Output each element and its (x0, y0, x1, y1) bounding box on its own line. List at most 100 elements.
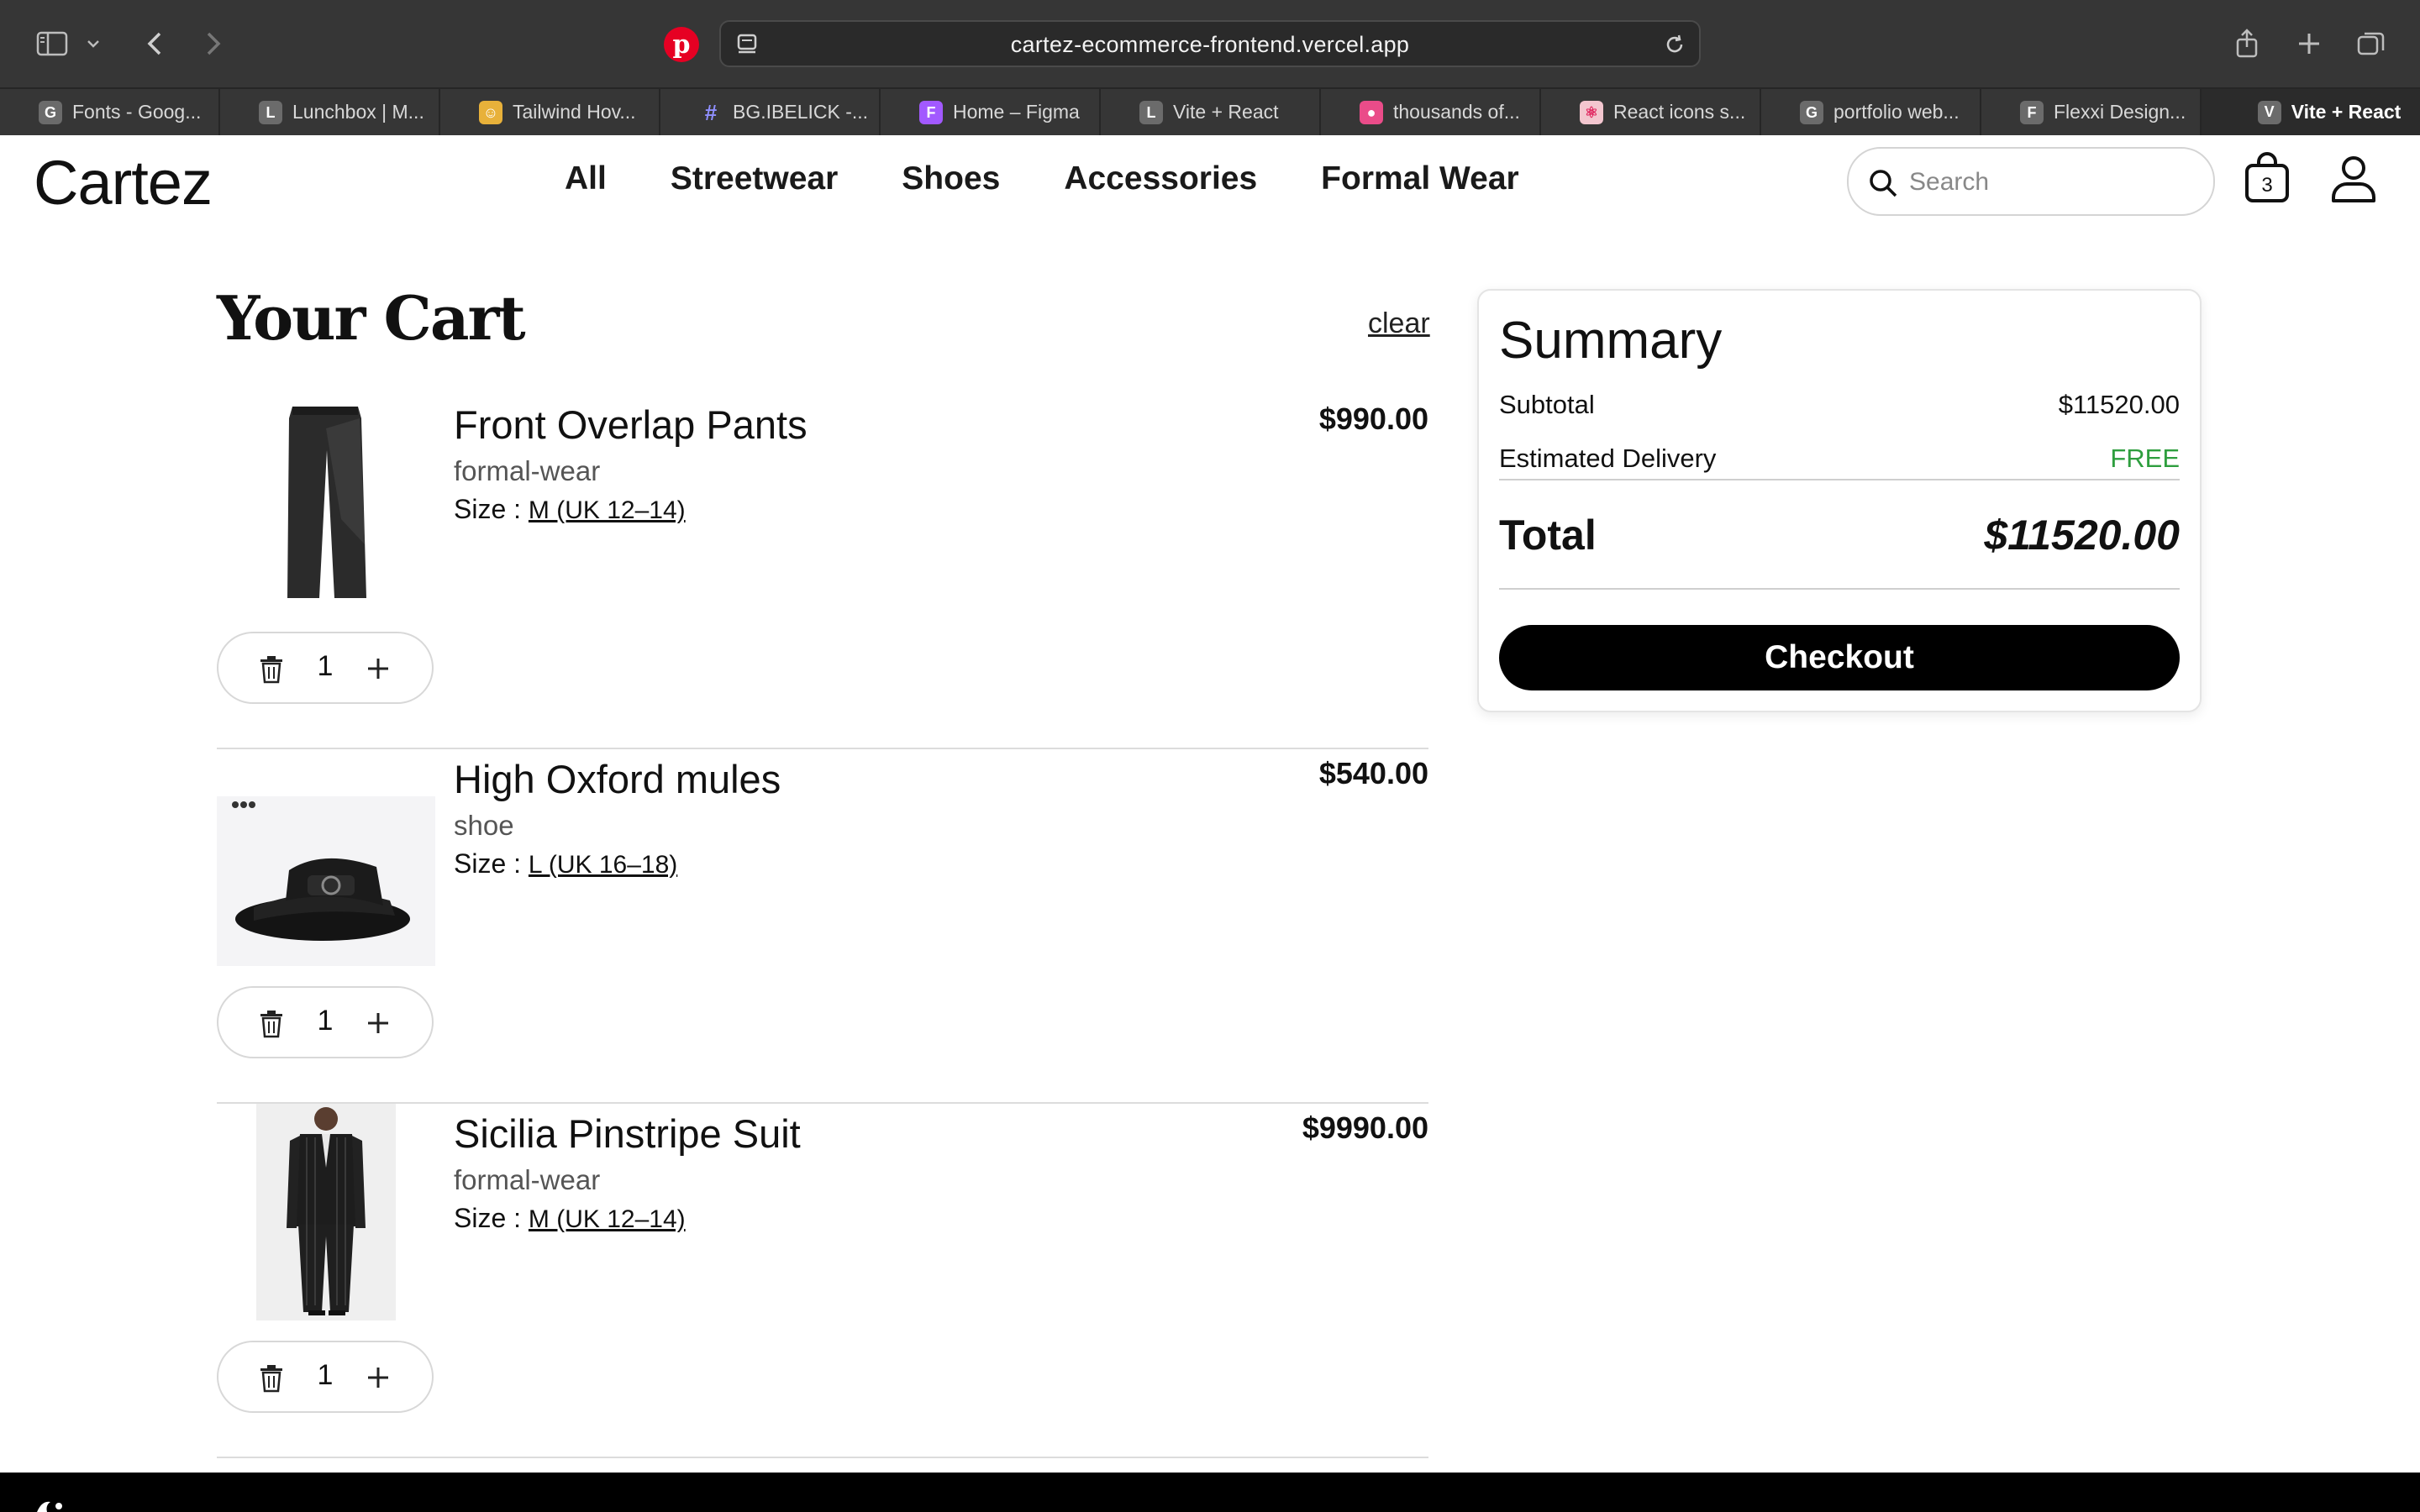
tab-label: Flexxi Design... (2054, 101, 2186, 123)
order-summary: Summary Subtotal $11520.00 Estimated Del… (1477, 289, 2202, 712)
subtotal-row: Subtotal $11520.00 (1499, 390, 2180, 420)
delivery-value: FREE (2110, 444, 2180, 473)
share-icon[interactable] (2228, 25, 2265, 62)
summary-title: Summary (1499, 312, 1723, 370)
new-tab-icon[interactable] (2291, 25, 2328, 62)
tab-favicon: ● (1360, 101, 1383, 124)
browser-tab[interactable]: Gportfolio web... (1761, 89, 1981, 135)
plus-icon[interactable] (363, 654, 393, 684)
tab-favicon: G (1800, 101, 1823, 124)
search-box (1847, 147, 2215, 216)
quantity-value: 1 (317, 650, 334, 682)
tab-favicon: L (1139, 101, 1163, 124)
search-icon (1870, 170, 1897, 197)
tab-label: BG.IBELICK -... (733, 101, 869, 123)
tab-label: Tailwind Hov... (513, 101, 636, 123)
forward-icon[interactable] (195, 25, 232, 62)
quantity-value: 1 (317, 1005, 334, 1037)
browser-tab[interactable]: ☺ Tailwind Hov... (440, 89, 660, 135)
item-category: shoe (454, 810, 514, 841)
back-icon[interactable] (136, 25, 173, 62)
tab-bar: G Fonts - Goog... L Lunchbox | M... ☺ Tailw… (0, 87, 2420, 135)
url-text: cartez-ecommerce-frontend.vercel.app (1010, 32, 1410, 57)
plus-icon[interactable] (363, 1362, 393, 1393)
trash-icon[interactable] (257, 1364, 286, 1393)
divider (1499, 588, 2180, 590)
cart-item: High Oxford mules shoe Size : L (UK 16–1… (217, 749, 1428, 1104)
account-button[interactable] (2331, 154, 2376, 202)
tab-favicon: ⚛ (1580, 101, 1603, 124)
clear-cart-link[interactable]: clear (1368, 307, 1430, 340)
tab-label: portfolio web... (1833, 101, 1960, 123)
tab-favicon: G (39, 101, 62, 124)
tab-label: Fonts - Goog... (72, 101, 202, 123)
item-price: $9990.00 (1302, 1110, 1428, 1145)
size-value[interactable]: L (UK 16–18) (529, 851, 677, 879)
site-logo[interactable]: Cartez (34, 147, 213, 218)
browser-tab[interactable]: L Vite + React (1101, 89, 1321, 135)
item-category: formal-wear (454, 1164, 601, 1195)
browser-tab[interactable]: F Flexxi Design... (1981, 89, 2202, 135)
quantity-value: 1 (317, 1359, 334, 1391)
quantity-stepper: 1 (217, 986, 434, 1058)
nav-link-all[interactable]: All (565, 160, 607, 197)
footer-logo-icon (37, 1501, 62, 1512)
browser-chrome: p cartez-ecommerce-frontend.vercel.app G… (0, 0, 2420, 135)
sidebar-toggle-icon[interactable] (34, 25, 71, 62)
browser-tab-active[interactable]: V Vite + React (2202, 89, 2420, 135)
item-name[interactable]: Sicilia Pinstripe Suit (454, 1110, 801, 1157)
browser-tab[interactable]: ● thousands of... (1321, 89, 1541, 135)
tab-overview-icon[interactable] (2353, 25, 2390, 62)
nav-link-accessories[interactable]: Accessories (1064, 160, 1257, 197)
main-nav: All Streetwear Shoes Accessories Formal … (565, 160, 1519, 197)
trash-icon[interactable] (257, 655, 286, 684)
product-image-mules[interactable] (217, 749, 435, 966)
footer (0, 1473, 2420, 1512)
total-row: Total $11520.00 (1499, 511, 2180, 559)
delivery-row: Estimated Delivery FREE (1499, 444, 2180, 480)
cart-item: Sicilia Pinstripe Suit formal-wear Size … (217, 1104, 1428, 1458)
chevron-down-icon[interactable] (81, 25, 106, 62)
tab-favicon: ☺ (479, 101, 502, 124)
browser-tab[interactable]: G Fonts - Goog... (0, 89, 220, 135)
product-image-pants[interactable] (217, 395, 435, 612)
nav-link-shoes[interactable]: Shoes (902, 160, 1000, 197)
tab-favicon: V (2257, 100, 2281, 124)
nav-link-streetwear[interactable]: Streetwear (671, 160, 838, 197)
browser-tab[interactable]: F Home – Figma (881, 89, 1101, 135)
item-name[interactable]: Front Overlap Pants (454, 402, 808, 448)
tab-label: Lunchbox | M... (292, 101, 424, 123)
user-icon (2332, 156, 2375, 202)
product-image-suit[interactable] (217, 1104, 435, 1320)
pinterest-icon[interactable]: p (664, 27, 699, 62)
tab-label: Home – Figma (953, 101, 1080, 123)
item-size: Size : M (UK 12–14) (454, 494, 686, 525)
tab-label: Vite + React (1173, 101, 1279, 123)
cart-button[interactable]: 3 (2244, 150, 2291, 204)
size-label: Size : (454, 848, 529, 879)
plus-icon[interactable] (363, 1008, 393, 1038)
trash-icon[interactable] (257, 1010, 286, 1038)
checkout-button[interactable]: Checkout (1499, 625, 2180, 690)
reload-icon[interactable] (1662, 32, 1687, 57)
subtotal-value: $11520.00 (2058, 390, 2180, 419)
total-value: $11520.00 (1984, 512, 2180, 559)
tab-favicon: F (2020, 101, 2044, 124)
item-price: $990.00 (1318, 402, 1428, 436)
cart-count-badge: 3 (2261, 174, 2273, 197)
quantity-stepper: 1 (217, 1341, 434, 1413)
quantity-stepper: 1 (217, 632, 434, 704)
tab-favicon: # (704, 99, 718, 125)
tab-label: Vite + React (2291, 101, 2402, 123)
cart-item: Front Overlap Pants formal-wear Size : M… (217, 395, 1428, 749)
search-input[interactable] (1909, 162, 2195, 202)
browser-tab[interactable]: ⚛ React icons s... (1541, 89, 1761, 135)
browser-tab[interactable]: # BG.IBELICK -... (660, 89, 881, 135)
nav-link-formal-wear[interactable]: Formal Wear (1321, 160, 1519, 197)
size-value[interactable]: M (UK 12–14) (529, 496, 686, 524)
browser-tab[interactable]: L Lunchbox | M... (220, 89, 440, 135)
address-bar[interactable]: cartez-ecommerce-frontend.vercel.app (719, 20, 1701, 67)
item-name[interactable]: High Oxford mules (454, 756, 781, 802)
item-size: Size : M (UK 12–14) (454, 1203, 686, 1234)
size-value[interactable]: M (UK 12–14) (529, 1205, 686, 1233)
